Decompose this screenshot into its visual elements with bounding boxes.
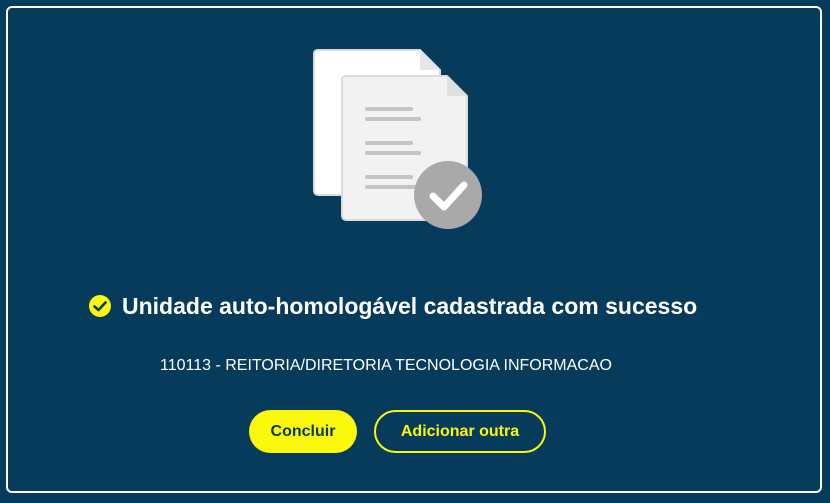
add-another-button[interactable]: Adicionar outra xyxy=(374,410,546,453)
conclude-button[interactable]: Concluir xyxy=(249,410,357,453)
success-message: Unidade auto-homologável cadastrada com … xyxy=(88,290,697,322)
unit-description: 110113 - REITORIA/DIRETORIA TECNOLOGIA I… xyxy=(160,357,612,374)
success-title: Unidade auto-homologável cadastrada com … xyxy=(122,292,698,319)
check-circle-icon xyxy=(89,295,111,317)
documents-approved-icon xyxy=(313,49,482,229)
